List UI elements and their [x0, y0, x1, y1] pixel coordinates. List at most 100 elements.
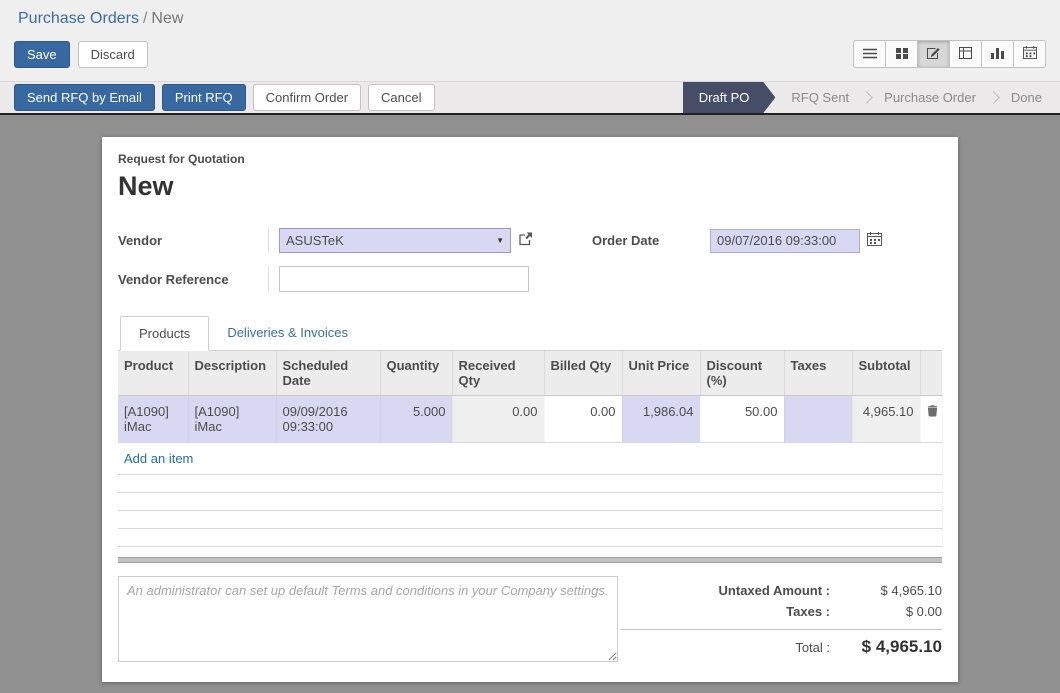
total-value: $ 4,965.10: [830, 637, 942, 657]
sheet-subtitle: Request for Quotation: [118, 152, 942, 166]
caret-down-icon: ▼: [496, 236, 504, 245]
table-header-row: Product Description Scheduled Date Quant…: [118, 351, 942, 396]
cell-subtotal: 4,965.10: [852, 396, 920, 443]
cell-product[interactable]: [A1090] iMac: [118, 396, 188, 443]
external-link-icon: [518, 232, 533, 249]
cell-unit-price[interactable]: 1,986.04: [622, 396, 700, 443]
cell-discount[interactable]: 50.00: [700, 396, 784, 443]
list-icon: [863, 47, 877, 62]
cell-description[interactable]: [A1090] iMac: [188, 396, 276, 443]
breadcrumb-separator: /: [139, 10, 151, 27]
status-purchase-order[interactable]: Purchase Order: [868, 82, 992, 113]
vendor-value: ASUSTeK: [286, 233, 344, 248]
open-record-button[interactable]: [518, 232, 533, 249]
order-lines-table: Product Description Scheduled Date Quant…: [118, 351, 943, 547]
horizontal-scrollbar[interactable]: [118, 557, 942, 563]
vendor-label: Vendor: [118, 233, 268, 248]
taxes-label: Taxes :: [786, 604, 830, 619]
status-draft-po[interactable]: Draft PO: [683, 82, 776, 113]
calendar-icon: [1023, 46, 1037, 62]
field-group: Vendor ASUSTeK ▼ Order Date Vendor Refer…: [118, 228, 942, 292]
vendor-reference-label: Vendor Reference: [118, 272, 268, 287]
terms-conditions-textarea[interactable]: [118, 576, 618, 662]
cell-quantity[interactable]: 5.000: [380, 396, 452, 443]
toolbar: Save Discard: [0, 30, 1060, 81]
save-button[interactable]: Save: [14, 41, 70, 68]
cell-billed-qty: 0.00: [544, 396, 622, 443]
calendar-icon: [867, 232, 882, 249]
untaxed-amount-value: $ 4,965.10: [830, 583, 942, 598]
kanban-view-button[interactable]: [885, 40, 918, 68]
column-header-billed-qty: Billed Qty: [544, 351, 622, 396]
column-header-actions: [920, 351, 942, 396]
sheet-footer: Untaxed Amount : $ 4,965.10 Taxes : $ 0.…: [118, 576, 942, 662]
order-date-input[interactable]: [710, 229, 860, 253]
tab-products[interactable]: Products: [120, 316, 209, 351]
content-area: Request for Quotation New Vendor ASUSTeK…: [0, 115, 1060, 682]
column-header-subtotal: Subtotal: [852, 351, 920, 396]
column-header-taxes: Taxes: [784, 351, 852, 396]
form-view-button[interactable]: [917, 40, 950, 68]
pivot-view-button[interactable]: [949, 40, 982, 68]
page-title: New: [118, 171, 942, 202]
taxes-row: Taxes : $ 0.00: [620, 601, 942, 622]
calendar-view-button[interactable]: [1013, 40, 1046, 68]
column-header-unit-price: Unit Price: [622, 351, 700, 396]
taxes-value: $ 0.00: [830, 604, 942, 619]
cancel-button[interactable]: Cancel: [368, 84, 434, 111]
statusbar: Send RFQ by Email Print RFQ Confirm Orde…: [0, 81, 1060, 115]
tab-deliveries-invoices[interactable]: Deliveries & Invoices: [209, 316, 366, 351]
add-item-row: Add an item: [118, 443, 942, 475]
print-rfq-button[interactable]: Print RFQ: [162, 84, 246, 111]
pivot-table-icon: [959, 47, 972, 62]
column-header-quantity: Quantity: [380, 351, 452, 396]
kanban-icon: [896, 47, 908, 62]
delete-row-button[interactable]: [920, 396, 942, 443]
totals-panel: Untaxed Amount : $ 4,965.10 Taxes : $ 0.…: [620, 576, 942, 662]
confirm-order-button[interactable]: Confirm Order: [253, 84, 361, 111]
send-rfq-by-email-button[interactable]: Send RFQ by Email: [14, 84, 155, 111]
breadcrumb-link-purchase-orders[interactable]: Purchase Orders: [18, 10, 139, 27]
column-header-discount: Discount (%): [700, 351, 784, 396]
status-done[interactable]: Done: [995, 82, 1060, 113]
column-header-description: Description: [188, 351, 276, 396]
cell-scheduled-date[interactable]: 09/09/2016 09:33:00: [276, 396, 380, 443]
empty-row: [118, 475, 942, 493]
discard-button[interactable]: Discard: [78, 41, 148, 68]
notebook-tabs: Products Deliveries & Invoices: [118, 316, 942, 351]
form-sheet: Request for Quotation New Vendor ASUSTeK…: [102, 137, 958, 682]
table-row: [A1090] iMac [A1090] iMac 09/09/2016 09:…: [118, 396, 942, 443]
empty-row: [118, 493, 942, 511]
edit-form-icon: [927, 46, 940, 62]
vendor-reference-input[interactable]: [279, 266, 529, 292]
totals-divider: [620, 629, 942, 630]
vendor-field: ASUSTeK ▼: [268, 228, 550, 253]
order-date-label: Order Date: [550, 233, 710, 248]
vendor-reference-field: [268, 266, 550, 292]
column-header-scheduled-date: Scheduled Date: [276, 351, 380, 396]
order-date-field: [710, 229, 942, 253]
untaxed-amount-row: Untaxed Amount : $ 4,965.10: [620, 580, 942, 601]
empty-row: [118, 511, 942, 529]
top-chrome: Purchase Orders/New Save Discard: [0, 0, 1060, 81]
vendor-select[interactable]: ASUSTeK ▼: [279, 228, 511, 253]
empty-row: [118, 529, 942, 547]
cell-taxes[interactable]: [784, 396, 852, 443]
view-switcher: [853, 40, 1046, 68]
graph-view-button[interactable]: [981, 40, 1014, 68]
breadcrumb: Purchase Orders/New: [0, 0, 1060, 30]
statusbar-buttons: Send RFQ by Email Print RFQ Confirm Orde…: [0, 82, 442, 113]
column-header-received-qty: Received Qty: [452, 351, 544, 396]
cell-received-qty: 0.00: [452, 396, 544, 443]
total-label: Total :: [795, 640, 830, 655]
breadcrumb-current: New: [151, 10, 183, 27]
total-row: Total : $ 4,965.10: [620, 634, 942, 660]
trash-icon: [927, 405, 938, 420]
open-calendar-button[interactable]: [867, 232, 882, 249]
bar-chart-icon: [991, 47, 1004, 62]
status-rfq-sent[interactable]: RFQ Sent: [775, 82, 865, 113]
column-header-product: Product: [118, 351, 188, 396]
list-view-button[interactable]: [853, 40, 886, 68]
status-pipeline: Draft PO RFQ Sent Purchase Order Done: [683, 82, 1060, 113]
add-item-link[interactable]: Add an item: [124, 451, 193, 466]
